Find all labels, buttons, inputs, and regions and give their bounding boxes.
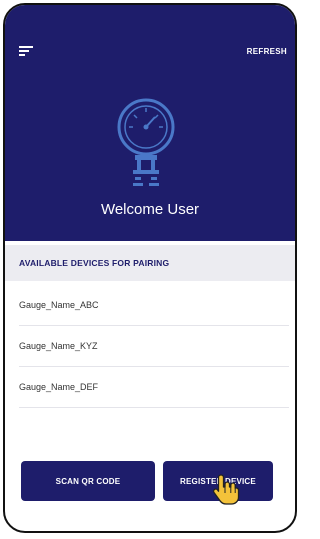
refresh-button[interactable]: REFRESH <box>247 47 287 56</box>
available-devices-heading: AVAILABLE DEVICES FOR PAIRING <box>5 245 295 281</box>
hand-pointer-icon <box>212 474 240 505</box>
menu-icon[interactable] <box>19 45 33 59</box>
welcome-text: Welcome User <box>100 201 200 218</box>
device-list: Gauge_Name_ABC Gauge_Name_KYZ Gauge_Name… <box>19 285 289 408</box>
phone-frame: REFRESH Welcome User AVAILABLE DEVICES F… <box>3 3 297 533</box>
header: REFRESH Welcome User <box>5 5 295 241</box>
device-list-item[interactable]: Gauge_Name_KYZ <box>19 326 289 367</box>
device-list-item[interactable]: Gauge_Name_ABC <box>19 285 289 326</box>
scan-qr-code-button[interactable]: SCAN QR CODE <box>21 461 155 501</box>
device-list-item[interactable]: Gauge_Name_DEF <box>19 367 289 408</box>
pressure-gauge-icon <box>117 98 175 186</box>
